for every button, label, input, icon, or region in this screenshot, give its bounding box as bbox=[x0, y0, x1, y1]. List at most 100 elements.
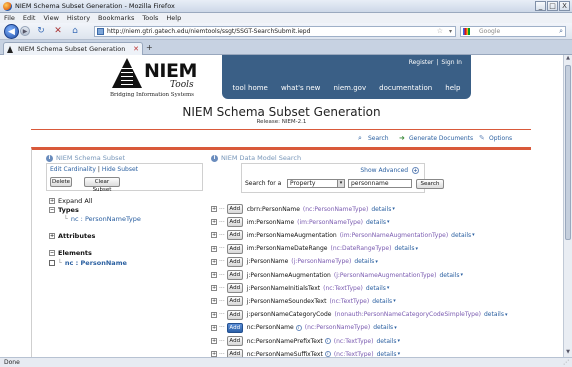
nav-help[interactable]: help bbox=[443, 84, 462, 92]
home-icon[interactable]: ⌂ bbox=[69, 25, 81, 37]
search-input[interactable]: Google ⌕ bbox=[460, 26, 566, 37]
nav-whats-new[interactable]: what's new bbox=[279, 84, 322, 92]
search-link[interactable]: ⌕ Search bbox=[358, 135, 389, 143]
expand-icon[interactable]: + bbox=[211, 258, 217, 265]
type-item-personnametype[interactable]: └ nc : PersonNameType bbox=[64, 215, 141, 223]
nav-niem-gov[interactable]: niem.gov bbox=[331, 84, 368, 92]
register-link[interactable]: Register bbox=[409, 59, 434, 66]
add-button[interactable]: Add bbox=[226, 296, 243, 307]
details-link[interactable]: details bbox=[484, 311, 504, 318]
details-link[interactable]: details bbox=[373, 324, 393, 331]
details-link[interactable]: details bbox=[372, 298, 392, 305]
reload-icon[interactable]: ↻ bbox=[35, 25, 47, 37]
expand-icon[interactable]: + bbox=[211, 324, 217, 331]
search-type-select[interactable]: Property ▾ bbox=[287, 179, 345, 188]
add-button[interactable]: Add bbox=[226, 322, 243, 333]
add-button[interactable]: Add bbox=[226, 270, 243, 280]
forward-button[interactable]: ▶ bbox=[20, 26, 30, 36]
element-checkbox[interactable] bbox=[49, 260, 55, 266]
niem-tools-logo[interactable]: NIEM Tools Bridging Information Systems bbox=[98, 56, 218, 102]
menu-help[interactable]: Help bbox=[166, 14, 181, 22]
caret-down-icon[interactable]: ▾ bbox=[415, 246, 418, 252]
details-link[interactable]: details bbox=[394, 245, 414, 252]
menu-bookmarks[interactable]: Bookmarks bbox=[98, 14, 134, 22]
add-button[interactable]: Add bbox=[226, 283, 243, 294]
add-button[interactable]: Add bbox=[226, 204, 243, 214]
details-link[interactable]: details bbox=[439, 272, 459, 279]
google-icon[interactable] bbox=[463, 28, 470, 35]
scroll-thumb[interactable] bbox=[565, 65, 571, 240]
elements-node[interactable]: − Elements bbox=[49, 249, 92, 257]
types-node[interactable]: − Types bbox=[49, 206, 79, 214]
expand-icon[interactable]: + bbox=[211, 245, 217, 252]
close-button[interactable]: X bbox=[559, 1, 570, 11]
add-button[interactable]: Add bbox=[226, 309, 243, 320]
expand-icon[interactable]: + bbox=[211, 232, 217, 239]
caret-down-icon[interactable]: ▾ bbox=[387, 285, 390, 291]
maximize-button[interactable]: □ bbox=[547, 1, 558, 11]
expand-all-row[interactable]: + Expand All bbox=[49, 197, 92, 205]
expand-icon[interactable]: + bbox=[211, 338, 217, 344]
tab-close-icon[interactable]: ✕ bbox=[133, 43, 139, 55]
add-button[interactable]: Add bbox=[226, 256, 243, 267]
delete-button[interactable]: Delete bbox=[50, 177, 72, 187]
search-query-input[interactable]: personname bbox=[348, 179, 412, 188]
add-button[interactable]: Add bbox=[226, 243, 243, 254]
details-link[interactable]: details bbox=[376, 338, 396, 345]
sign-in-link[interactable]: Sign In bbox=[441, 59, 462, 66]
add-button[interactable]: Add bbox=[226, 349, 243, 357]
scroll-down-icon[interactable]: ▼ bbox=[564, 349, 572, 357]
caret-down-icon[interactable]: ▾ bbox=[393, 298, 396, 304]
expand-icon[interactable]: + bbox=[211, 311, 217, 318]
show-advanced-link[interactable]: Show Advanced + bbox=[360, 167, 422, 174]
details-link[interactable]: details bbox=[366, 285, 386, 292]
caret-down-icon[interactable]: ▾ bbox=[397, 338, 400, 344]
url-dropdown-icon[interactable]: ▾ bbox=[449, 27, 452, 36]
menu-tools[interactable]: Tools bbox=[142, 14, 158, 22]
search-icon[interactable]: ⌕ bbox=[559, 27, 563, 36]
expand-icon[interactable]: + bbox=[211, 206, 217, 212]
minimize-button[interactable]: _ bbox=[535, 1, 546, 11]
nav-tool-home[interactable]: tool home bbox=[231, 84, 270, 92]
nav-documentation[interactable]: documentation bbox=[377, 84, 434, 92]
add-button[interactable]: Add bbox=[226, 336, 243, 346]
tab-niem[interactable]: NIEM Schema Subset Generation ✕ bbox=[3, 42, 143, 55]
bookmark-star-icon[interactable]: ☆ bbox=[437, 27, 443, 36]
stop-icon[interactable]: ✕ bbox=[52, 25, 64, 37]
menu-edit[interactable]: Edit bbox=[23, 14, 36, 22]
caret-down-icon[interactable]: ▾ bbox=[375, 259, 378, 265]
generate-documents-link[interactable]: ➜ Generate Documents bbox=[399, 135, 473, 143]
new-tab-button[interactable]: + bbox=[146, 43, 153, 52]
search-submit-button[interactable]: Search bbox=[416, 179, 444, 189]
expand-icon[interactable]: + bbox=[211, 219, 217, 226]
info-icon[interactable]: i bbox=[324, 338, 331, 344]
caret-down-icon[interactable]: ▾ bbox=[472, 232, 475, 238]
add-button[interactable]: Add bbox=[226, 217, 243, 228]
attributes-node[interactable]: + Attributes bbox=[49, 232, 95, 240]
info-icon[interactable]: i bbox=[46, 154, 53, 162]
details-link[interactable]: details bbox=[366, 219, 386, 226]
caret-down-icon[interactable]: ▾ bbox=[505, 312, 508, 318]
scroll-up-icon[interactable]: ▲ bbox=[564, 55, 572, 63]
url-bar[interactable]: http://niem.gtri.gatech.edu/niemtools/ss… bbox=[94, 26, 456, 37]
expand-icon[interactable]: + bbox=[211, 285, 217, 292]
vertical-scrollbar[interactable]: ▲ ▼ bbox=[563, 55, 572, 357]
details-link[interactable]: details bbox=[371, 206, 391, 213]
caret-down-icon[interactable]: ▾ bbox=[392, 206, 395, 212]
expand-icon[interactable]: + bbox=[211, 272, 217, 278]
resize-grip-icon[interactable]: ⋰ bbox=[563, 358, 569, 367]
details-link[interactable]: details bbox=[354, 258, 374, 265]
edit-cardinality-link[interactable]: Edit Cardinality bbox=[50, 166, 96, 173]
caret-down-icon[interactable]: ▾ bbox=[460, 272, 463, 278]
clear-subset-button[interactable]: Clear Subset bbox=[84, 177, 120, 193]
details-link[interactable]: details bbox=[451, 232, 471, 239]
expand-icon[interactable]: + bbox=[211, 298, 217, 305]
info-icon[interactable]: i bbox=[295, 324, 302, 331]
options-link[interactable]: ✎ Options bbox=[479, 135, 512, 143]
hide-subset-link[interactable]: Hide Subset bbox=[102, 166, 138, 173]
caret-down-icon[interactable]: ▾ bbox=[387, 219, 390, 225]
back-button[interactable]: ◀ bbox=[4, 23, 19, 39]
info-icon[interactable]: i bbox=[211, 154, 218, 162]
caret-down-icon[interactable]: ▾ bbox=[394, 325, 397, 331]
element-item-personname[interactable]: └ nc : PersonName bbox=[49, 259, 127, 267]
